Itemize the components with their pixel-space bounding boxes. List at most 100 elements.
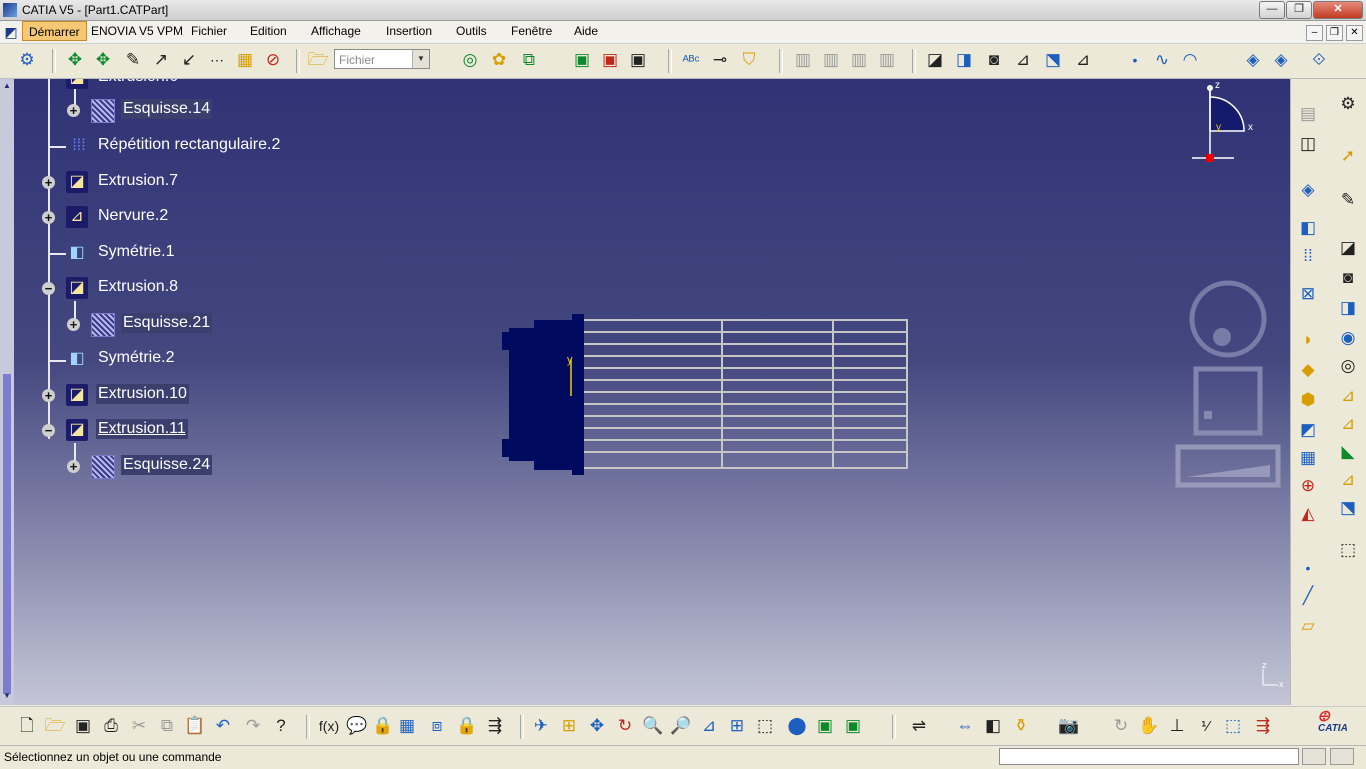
cut-icon[interactable]: ✂ [128,715,150,737]
menu-affichage[interactable]: Affichage [311,24,361,38]
copy-icon[interactable]: ⧉ [156,715,178,737]
menu-edition[interactable]: Edition [250,24,287,38]
pattern-icon[interactable]: ⁞⁞ [1297,245,1319,267]
sketch-edit-icon[interactable]: ✎ [1337,189,1359,211]
mdi-restore-button[interactable]: ❐ [1326,25,1343,41]
workbench-icon[interactable]: ⚙ [16,49,38,71]
view-navigation-widget[interactable] [1172,279,1284,493]
grid-frame[interactable] [584,319,908,469]
maximize-button[interactable]: ❐ [1286,1,1312,19]
measure-icon[interactable]: ▦ [234,49,256,71]
open-icon[interactable]: 🗁 [44,715,66,737]
slot-tool-icon[interactable]: ⊿ [1337,413,1359,435]
boolean-icon[interactable]: ◭ [1297,503,1319,525]
groove-icon[interactable]: ◉ [1337,327,1359,349]
tree-item-extrusion-10[interactable]: + ◪ Extrusion.10 [0,384,220,408]
status-button-1[interactable] [1302,748,1326,765]
line-icon[interactable]: ↙ [178,49,200,71]
hole-icon[interactable]: ⊿ [1012,49,1034,71]
render-icon[interactable]: ▣ [599,49,621,71]
scroll-up-arrow-icon[interactable]: ▲ [3,81,11,90]
tree-item-symetrie-1[interactable]: ◧ Symétrie.1 [0,242,220,266]
tree-item-repetition-rectangulaire-2[interactable]: ⁞⁞⁞ Répétition rectangulaire.2 [40,135,320,159]
zoom-in-icon[interactable]: 🔍 [642,715,664,737]
analysis-tool-icon[interactable]: ⇶ [1252,715,1274,737]
tools-palette-icon[interactable]: ▣ [571,49,593,71]
tree-item-esquisse-14[interactable]: + Esquisse.14 [40,99,240,123]
plane-tool-icon[interactable]: ▱ [1297,615,1319,637]
loft-tool-icon[interactable]: ⊿ [1337,469,1359,491]
pick-icon[interactable]: ↗ [150,49,172,71]
sketcher-icon[interactable]: ◫ [1297,133,1319,155]
hand-icon[interactable]: ✋ [1138,715,1160,737]
units-icon[interactable]: ⅟ [1194,715,1216,737]
mirror-tool-icon[interactable]: ◧ [1297,217,1319,239]
shaft-icon[interactable]: ◨ [953,49,975,71]
menu-aide[interactable]: Aide [574,24,598,38]
help-icon[interactable]: ? [270,715,292,737]
pocket-icon[interactable]: ◙ [983,49,1005,71]
secure-icon[interactable]: 🔒 [456,715,478,737]
multi-view-icon[interactable]: ⊞ [726,715,748,737]
sketch-tools-icon[interactable]: ▤ [1297,103,1319,125]
swap-space-icon[interactable]: ▣ [842,715,864,737]
measure-inertia-icon[interactable]: ⚱ [1010,715,1032,737]
spline-icon[interactable]: ∿ [1151,49,1173,71]
paste-icon[interactable]: 📋 [184,715,206,737]
join-icon[interactable]: ◈ [1242,49,1264,71]
flag-note-icon[interactable]: ⊸ [709,49,731,71]
3d-viewport[interactable]: ▲ ▼ ◪ Extrusion.6 + Esquisse.14 ⁞⁞⁞ Répé… [0,79,1290,705]
part-geometry[interactable]: y [500,312,912,477]
stamp-icon[interactable]: ⛉ [738,49,760,71]
mdi-close-button[interactable]: ✕ [1346,25,1363,41]
catia-app-icon[interactable] [3,3,17,17]
catalog-icon[interactable]: ◎ [459,49,481,71]
close-button[interactable]: ✕ [1313,1,1363,19]
lock-icon[interactable]: 🔒 [372,715,394,737]
save-icon[interactable]: ▣ [72,715,94,737]
capture-icon[interactable]: 📷 [1058,715,1080,737]
measure-between-icon[interactable]: ⇔ [954,715,976,737]
chevron-down-icon[interactable]: ▼ [412,50,429,68]
tree-item-extrusion-11[interactable]: − ◪ Extrusion.11 [0,419,220,443]
shading-icon[interactable]: ⬤ [786,715,808,737]
iso-view-icon[interactable]: ⬚ [754,715,776,737]
compass[interactable]: z y x [1188,79,1258,169]
command-input[interactable] [999,748,1299,765]
body-icon[interactable]: ⬚ [1222,715,1244,737]
expand-icon[interactable]: + [67,318,80,331]
refresh-icon[interactable]: ↻ [1110,715,1132,737]
rotate-icon[interactable]: ↻ [614,715,636,737]
target-icon[interactable]: ⊕ [1297,475,1319,497]
expand-icon[interactable]: + [42,211,55,224]
collapse-icon[interactable]: − [42,282,55,295]
minimize-button[interactable]: — [1259,1,1285,19]
fly-mode-icon[interactable]: ✈ [530,715,552,737]
table-icon[interactable]: ▦ [396,715,418,737]
scene-icon[interactable]: ✿ [488,49,510,71]
point-tool-icon[interactable]: • [1297,557,1319,579]
analysis-icon[interactable]: ⟐ [1308,49,1330,71]
expand-icon[interactable]: + [67,104,80,117]
collapse-icon[interactable]: − [42,424,55,437]
point-icon[interactable]: • [1124,49,1146,71]
text-annotation-icon[interactable]: ᴬᴮᶜ [680,49,702,71]
redo-icon[interactable]: ↷ [242,715,264,737]
select-arrow-icon[interactable]: ➚ [1337,145,1359,167]
loft-icon[interactable]: ⊿ [1072,49,1094,71]
formula-icon[interactable]: f(x) [318,715,340,737]
mdi-minimize-button[interactable]: – [1306,25,1323,41]
pocket-tool-icon[interactable]: ◙ [1337,267,1359,289]
menu-outils[interactable]: Outils [456,24,487,38]
scale-icon[interactable]: ⊠ [1297,283,1319,305]
stiffener-icon[interactable]: ◣ [1337,441,1359,463]
knowledge-icon[interactable]: ⚙ [1337,93,1359,115]
tree-item-extrusion-8[interactable]: − ◪ Extrusion.8 [0,277,220,301]
multi-section-icon[interactable]: ⬚ [1337,539,1359,561]
chamfer-icon[interactable]: ◆ [1297,359,1319,381]
expand-icon[interactable]: + [42,176,55,189]
scroll-down-arrow-icon[interactable]: ▼ [3,691,11,700]
hide-show-icon[interactable]: ▣ [814,715,836,737]
split-icon[interactable]: ◈ [1270,49,1292,71]
menu-fichier[interactable]: Fichier [191,24,227,38]
